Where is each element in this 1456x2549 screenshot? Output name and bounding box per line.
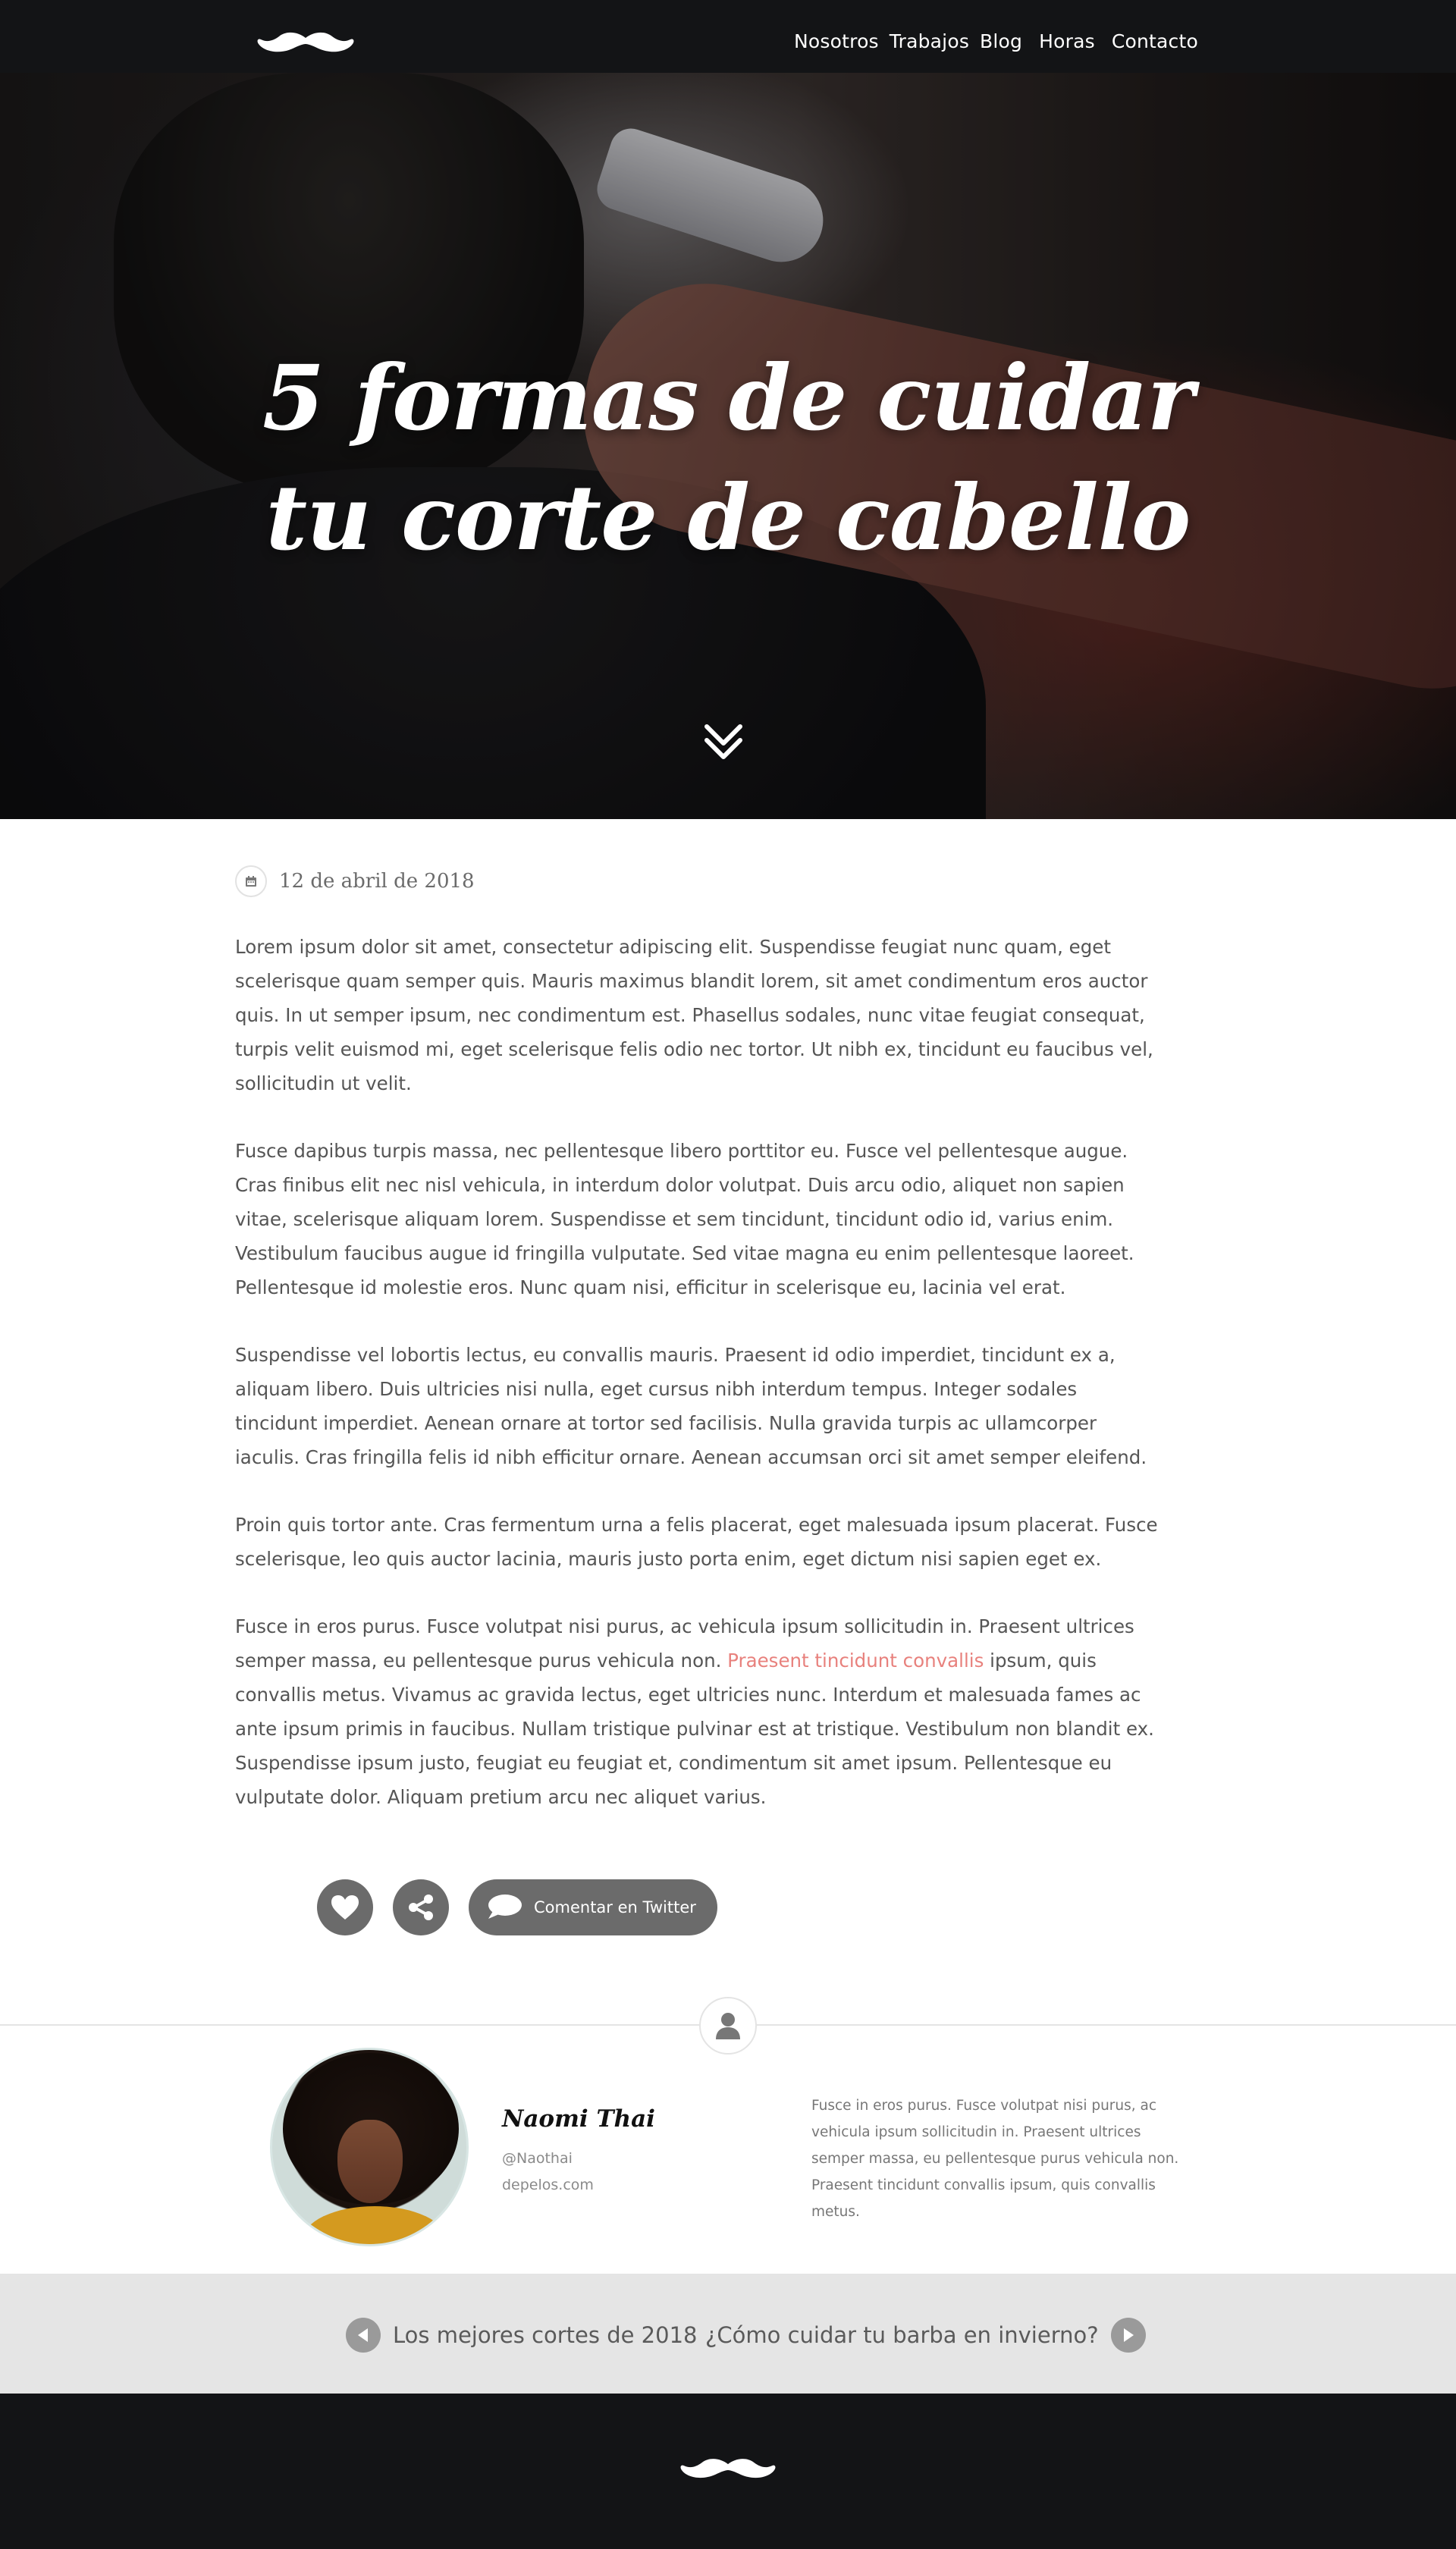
author-section bbox=[0, 2024, 1456, 2275]
comment-button-label: Comentar en Twitter bbox=[534, 1898, 696, 1916]
comment-twitter-button[interactable]: Comentar en Twitter bbox=[469, 1879, 717, 1935]
site-footer bbox=[0, 2394, 1456, 2549]
next-post-link[interactable]: ¿Cómo cuidar tu barba en invierno? bbox=[705, 2318, 1146, 2353]
post-paragraph: Proin quis tortor ante. Cras fermentum u… bbox=[235, 1514, 1158, 1570]
post-paragraph: Fusce dapibus turpis massa, nec pellente… bbox=[235, 1140, 1134, 1298]
triangle-left-icon bbox=[346, 2318, 381, 2353]
heart-icon bbox=[331, 1895, 359, 1920]
post-date: 12 de abril de 2018 bbox=[279, 870, 475, 893]
author-name: Naomi Thai bbox=[502, 2105, 655, 2133]
nav-item-nosotros[interactable]: Nosotros bbox=[794, 30, 879, 52]
post-title-line-1: 5 formas de cuidar bbox=[262, 345, 1194, 450]
calendar-icon bbox=[235, 865, 267, 897]
post-actions: Comentar en Twitter bbox=[317, 1879, 717, 1935]
previous-post-link[interactable]: Los mejores cortes de 2018 bbox=[346, 2318, 697, 2353]
share-button[interactable] bbox=[393, 1879, 449, 1935]
user-icon bbox=[699, 1997, 757, 2055]
previous-post-title: Los mejores cortes de 2018 bbox=[393, 2322, 698, 2348]
post-title: 5 formas de cuidar tu corte de cabello bbox=[0, 338, 1456, 578]
nav-item-blog[interactable]: Blog bbox=[980, 30, 1022, 52]
share-icon bbox=[409, 1894, 433, 1920]
nav-item-trabajos[interactable]: Trabajos bbox=[890, 30, 969, 52]
post-body: 12 de abril de 2018 Lorem ipsum dolor si… bbox=[235, 865, 1160, 1814]
post-paragraph: Suspendisse vel lobortis lectus, eu conv… bbox=[235, 1344, 1147, 1468]
post-paragraph: Fusce in eros purus. Fusce volutpat nisi… bbox=[235, 1609, 1160, 1814]
top-navbar: Nosotros Trabajos Blog Horas Contacto bbox=[0, 0, 1456, 73]
main-nav: Nosotros Trabajos Blog Horas Contacto bbox=[783, 30, 1198, 52]
double-chevron-down-icon[interactable] bbox=[701, 719, 746, 764]
speech-bubble-icon bbox=[488, 1894, 522, 1919]
post-title-line-2: tu corte de cabello bbox=[265, 465, 1191, 570]
nav-item-horas[interactable]: Horas bbox=[1039, 30, 1095, 52]
hero-banner: 5 formas de cuidar tu corte de cabello bbox=[0, 73, 1456, 819]
inline-link[interactable]: Praesent tincidunt convallis bbox=[727, 1650, 984, 1672]
avatar-face bbox=[337, 2120, 403, 2203]
author-website[interactable]: depelos.com bbox=[502, 2177, 594, 2193]
mustache-icon[interactable] bbox=[256, 29, 355, 59]
author-handle[interactable]: @Naothai bbox=[502, 2150, 573, 2167]
post-paragraph: Lorem ipsum dolor sit amet, consectetur … bbox=[235, 936, 1153, 1094]
post-date-row: 12 de abril de 2018 bbox=[235, 865, 1160, 898]
author-avatar bbox=[270, 2048, 469, 2246]
next-post-title: ¿Cómo cuidar tu barba en invierno? bbox=[705, 2322, 1099, 2348]
like-button[interactable] bbox=[317, 1879, 373, 1935]
paragraph-text: ipsum, quis convallis metus. Vivamus ac … bbox=[235, 1650, 1154, 1808]
avatar-shirt bbox=[303, 2206, 447, 2244]
mustache-icon[interactable] bbox=[679, 2455, 777, 2485]
nav-item-contacto[interactable]: Contacto bbox=[1112, 30, 1198, 52]
triangle-right-icon bbox=[1110, 2318, 1146, 2353]
author-bio: Fusce in eros purus. Fusce volutpat nisi… bbox=[811, 2098, 1179, 2220]
post-navigation: Los mejores cortes de 2018 ¿Cómo cuidar … bbox=[0, 2275, 1456, 2394]
